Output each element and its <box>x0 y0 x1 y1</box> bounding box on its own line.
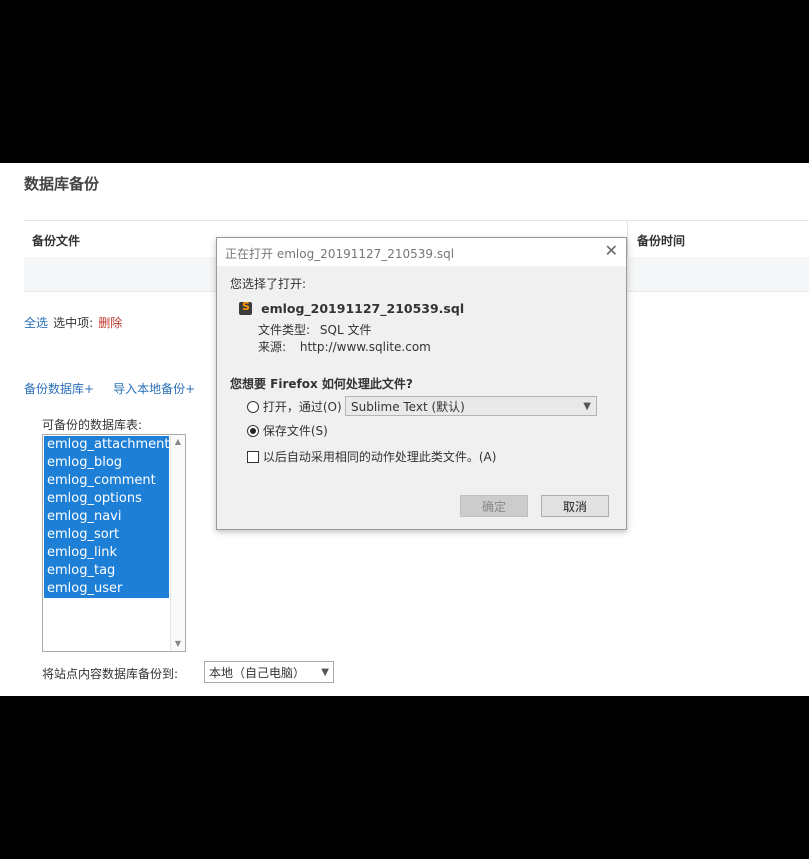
table-option[interactable]: emlog_link <box>44 544 169 562</box>
auto-action-checkbox[interactable] <box>247 450 259 463</box>
chosen-label: 您选择了打开: <box>230 277 307 291</box>
scroll-down-icon[interactable]: ▼ <box>171 637 185 651</box>
file-type-row: 文件类型: SQL 文件 <box>258 321 371 338</box>
import-local-link[interactable]: 导入本地备份+ <box>113 382 195 396</box>
col-divider <box>627 221 628 257</box>
table-option[interactable]: emlog_comment <box>44 472 169 490</box>
col-backup-file[interactable]: 备份文件 <box>32 232 80 249</box>
page-title: 数据库备份 <box>24 175 100 193</box>
tables-label: 可备份的数据库表: <box>42 418 143 432</box>
dialog-body: 您选择了打开: emlog_20191127_210539.sql 文件类型: … <box>217 266 626 529</box>
dialog-title: 正在打开 emlog_20191127_210539.sql <box>225 247 455 261</box>
ok-button[interactable]: 确定 <box>460 495 528 517</box>
file-name: emlog_20191127_210539.sql <box>261 301 465 316</box>
file-info: emlog_20191127_210539.sql <box>239 298 464 317</box>
table-option[interactable]: emlog_navi <box>44 508 169 526</box>
chevron-down-icon: ▼ <box>321 667 329 678</box>
open-with-app-select[interactable]: Sublime Text (默认) ▼ <box>345 396 597 416</box>
delete-link[interactable]: 删除 <box>98 316 122 330</box>
selection-actions: 全选 选中项: 删除 <box>24 312 122 331</box>
auto-action-label: 以后自动采用相同的动作处理此类文件。(A) <box>262 450 497 464</box>
open-file-dialog: 正在打开 emlog_20191127_210539.sql ✕ 您选择了打开:… <box>216 237 627 530</box>
backup-db-link[interactable]: 备份数据库+ <box>24 382 94 396</box>
screenshot-area: 数据库备份 备份文件 备份时间 全选 选中项: 删除 备份数据库+ 导入本地备份… <box>0 163 809 696</box>
backup-destination-select[interactable]: 本地（自己电脑） ▼ <box>204 661 334 683</box>
auto-action-option[interactable]: 以后自动采用相同的动作处理此类文件。(A) <box>247 448 496 465</box>
open-with-label: 打开，通过(O) <box>262 400 342 414</box>
cancel-button[interactable]: 取消 <box>541 495 609 517</box>
handle-question: 您想要 Firefox 如何处理此文件? <box>230 377 413 391</box>
selected-label: 选中项: <box>53 316 94 330</box>
source-value: http://www.sqlite.com <box>299 340 431 354</box>
open-with-option[interactable]: 打开，通过(O) <box>247 398 342 415</box>
table-option[interactable]: emlog_options <box>44 490 169 508</box>
file-type-value: SQL 文件 <box>319 323 372 337</box>
col-backup-time[interactable]: 备份时间 <box>637 232 685 249</box>
scroll-up-icon[interactable]: ▲ <box>171 435 185 449</box>
close-icon[interactable]: ✕ <box>605 241 618 260</box>
table-option[interactable]: emlog_blog <box>44 454 169 472</box>
select-all-link[interactable]: 全选 <box>24 316 48 330</box>
backup-actions: 备份数据库+ 导入本地备份+ <box>24 378 195 397</box>
dialog-titlebar: 正在打开 emlog_20191127_210539.sql ✕ <box>217 238 626 266</box>
table-scrollbar[interactable]: ▲ ▼ <box>170 435 185 651</box>
open-with-app-value: Sublime Text (默认) <box>351 400 465 414</box>
backup-to-label: 将站点内容数据库备份到: <box>42 667 179 681</box>
sublime-text-icon <box>239 300 252 315</box>
table-list: emlog_attachment emlog_blog emlog_comment e… <box>44 436 169 598</box>
chevron-down-icon: ▼ <box>583 401 591 412</box>
table-option[interactable]: emlog_attachment <box>44 436 169 454</box>
save-file-label: 保存文件(S) <box>262 424 328 438</box>
open-with-radio[interactable] <box>247 400 259 413</box>
table-option[interactable]: emlog_tag <box>44 562 169 580</box>
table-option[interactable]: emlog_user <box>44 580 169 598</box>
save-file-radio[interactable] <box>247 424 259 437</box>
backup-destination-value: 本地（自己电脑） <box>209 666 306 680</box>
table-multiselect[interactable]: emlog_attachment emlog_blog emlog_comment e… <box>42 434 186 652</box>
source-label: 来源: <box>258 340 287 354</box>
source-row: 来源: http://www.sqlite.com <box>258 338 431 355</box>
table-option[interactable]: emlog_sort <box>44 526 169 544</box>
file-type-label: 文件类型: <box>258 323 311 337</box>
save-file-option[interactable]: 保存文件(S) <box>247 422 328 439</box>
